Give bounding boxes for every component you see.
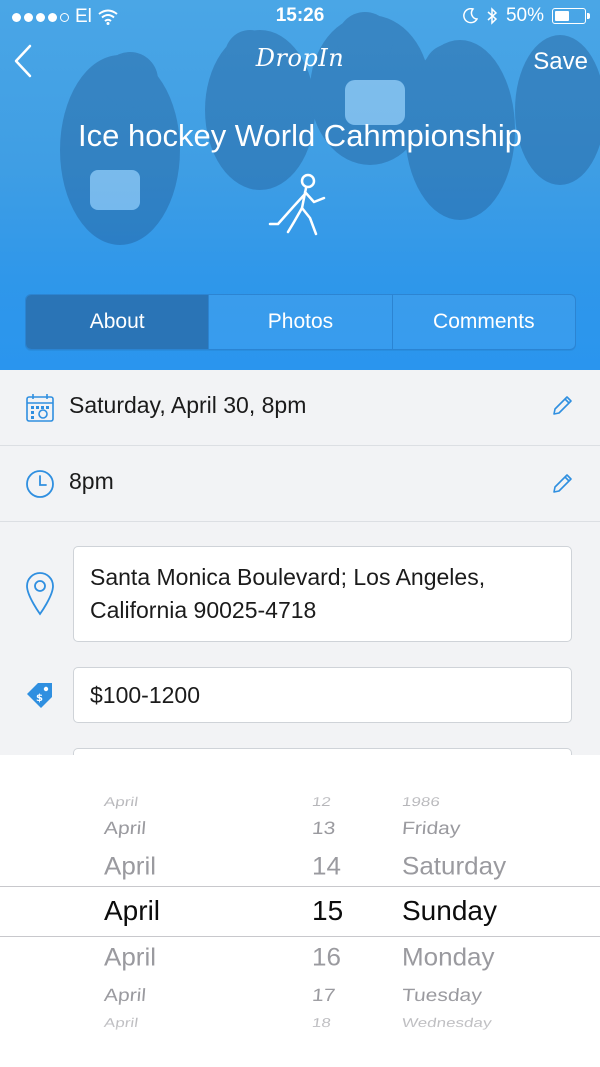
event-title: Ice hockey World Cahmpionship — [78, 118, 522, 153]
hockey-player-icon — [268, 173, 326, 236]
picker-selection-top-line — [0, 886, 600, 887]
status-right: 50% — [462, 5, 590, 27]
month-option[interactable]: April — [104, 852, 156, 881]
day-option[interactable]: 16 — [312, 943, 341, 972]
weekday-option[interactable]: Monday — [402, 943, 495, 972]
price-tag-icon: $ — [27, 683, 52, 708]
weekday-option[interactable]: 1986 — [401, 795, 441, 810]
battery-icon — [552, 8, 590, 24]
month-option[interactable]: April — [103, 795, 139, 810]
time-row: 8pm — [0, 446, 600, 522]
weekday-option[interactable]: Tuesday — [401, 986, 482, 1006]
weekday-option[interactable]: Friday — [401, 819, 461, 839]
month-option[interactable]: April — [104, 943, 156, 972]
calendar-icon — [26, 394, 54, 422]
day-option[interactable]: 13 — [311, 819, 336, 839]
status-bar: El 15:26 50% — [0, 0, 600, 34]
day-option[interactable]: 18 — [311, 1016, 332, 1031]
event-time: 8pm — [69, 468, 114, 494]
month-option[interactable]: April — [103, 1016, 139, 1031]
address-line-1: Santa Monica Boulevard; Los Angeles, — [90, 564, 486, 590]
weekday-option[interactable]: Saturday — [402, 852, 506, 881]
tab-photos[interactable]: Photos — [208, 295, 391, 349]
weekday-option[interactable]: Sunday — [402, 895, 497, 927]
battery-percent: 50% — [505, 5, 544, 26]
date-row: Saturday, April 30, 8pm — [0, 370, 600, 446]
month-option[interactable]: April — [103, 986, 147, 1006]
brand-name: DropIn — [255, 44, 345, 72]
event-details: Saturday, April 30, 8pm 8pm Santa Monica… — [0, 370, 600, 788]
weekday-option[interactable]: Wednesday — [401, 1016, 492, 1031]
save-button[interactable]: Save — [533, 48, 588, 76]
month-column[interactable]: April April April April April April April — [0, 755, 270, 1067]
brand-logo: DropIn — [0, 44, 600, 72]
day-option[interactable]: 12 — [311, 795, 332, 810]
moon-icon — [463, 8, 478, 24]
day-option[interactable]: 17 — [311, 986, 336, 1006]
address-line-2: California 90025-4718 — [90, 597, 317, 623]
picker-selection-bottom-line — [0, 936, 600, 937]
section-tabs: About Photos Comments — [25, 294, 576, 350]
day-option[interactable]: 14 — [312, 852, 341, 881]
price-field[interactable]: $100-1200 — [73, 667, 572, 723]
month-option[interactable]: April — [103, 819, 147, 839]
edit-time-pencil-icon[interactable] — [550, 472, 574, 496]
event-header: El 15:26 50% DropIn Save Ice hockey Worl… — [0, 0, 600, 370]
date-picker-wheel[interactable]: April April April April April April April 12 13… — [0, 755, 600, 1067]
edit-date-pencil-icon[interactable] — [550, 394, 574, 418]
tab-comments[interactable]: Comments — [391, 295, 575, 349]
tab-about[interactable]: About — [26, 295, 209, 349]
month-option[interactable]: April — [104, 895, 160, 927]
location-pin-icon — [26, 572, 54, 616]
clock-icon — [26, 470, 54, 498]
svg-text:$: $ — [36, 693, 43, 704]
day-column[interactable]: 12 13 14 15 16 17 18 — [270, 755, 390, 1067]
bluetooth-icon — [487, 7, 498, 25]
event-date: Saturday, April 30, 8pm — [69, 392, 307, 418]
weekday-column[interactable]: 1986 Friday Saturday Sunday Monday Tuesday Wed… — [390, 755, 600, 1067]
day-option[interactable]: 15 — [312, 895, 343, 927]
price-value: $100-1200 — [90, 682, 200, 708]
address-field[interactable]: Santa Monica Boulevard; Los Angeles, Cal… — [73, 546, 572, 642]
